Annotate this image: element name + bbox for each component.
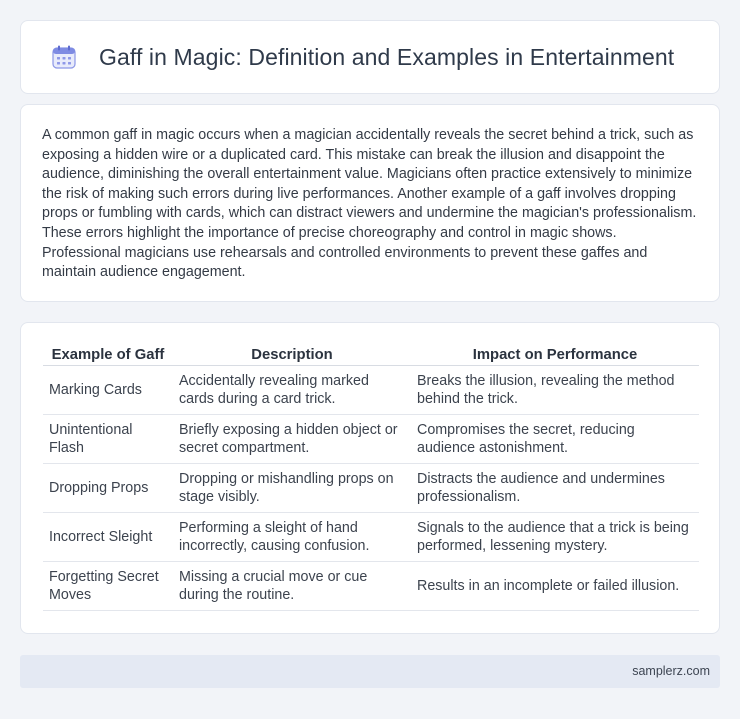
cell-impact: Signals to the audience that a trick is … (411, 512, 699, 562)
table-row: Marking Cards Accidentally revealing mar… (43, 365, 699, 415)
cell-example: Incorrect Sleight (43, 512, 173, 562)
header-card: Gaff in Magic: Definition and Examples i… (20, 20, 720, 94)
intro-card: A common gaff in magic occurs when a mag… (20, 104, 720, 302)
table-row: Incorrect Sleight Performing a sleight o… (43, 512, 699, 562)
cell-impact: Compromises the secret, reducing audienc… (411, 414, 699, 464)
cell-description: Dropping or mishandling props on stage v… (173, 463, 411, 513)
table-row: Unintentional Flash Briefly exposing a h… (43, 414, 699, 464)
footer: samplerz.com (20, 655, 720, 688)
cell-description: Briefly exposing a hidden object or secr… (173, 414, 411, 464)
gaff-table: Example of Gaff Description Impact on Pe… (43, 343, 699, 611)
page-title: Gaff in Magic: Definition and Examples i… (99, 43, 675, 70)
table-row: Forgetting Secret Moves Missing a crucia… (43, 561, 699, 611)
cell-example: Unintentional Flash (43, 414, 173, 464)
header-example: Example of Gaff (43, 343, 173, 366)
cell-impact: Results in an incomplete or failed illus… (411, 561, 699, 611)
calendar-icon (52, 45, 76, 69)
cell-description: Accidentally revealing marked cards duri… (173, 365, 411, 415)
intro-paragraph: A common gaff in magic occurs when a mag… (42, 127, 697, 281)
cell-description: Missing a crucial move or cue during the… (173, 561, 411, 611)
cell-example: Forgetting Secret Moves (43, 561, 173, 611)
table-card: Example of Gaff Description Impact on Pe… (20, 322, 720, 634)
footer-site-link[interactable]: samplerz.com (632, 664, 710, 678)
cell-example: Dropping Props (43, 463, 173, 513)
cell-description: Performing a sleight of hand incorrectly… (173, 512, 411, 562)
cell-impact: Breaks the illusion, revealing the metho… (411, 365, 699, 415)
cell-impact: Distracts the audience and undermines pr… (411, 463, 699, 513)
header-impact: Impact on Performance (411, 343, 699, 366)
header-description: Description (173, 343, 411, 366)
table-row: Dropping Props Dropping or mishandling p… (43, 463, 699, 513)
header: Gaff in Magic: Definition and Examples i… (21, 21, 719, 93)
cell-example: Marking Cards (43, 365, 173, 415)
table-header-row: Example of Gaff Description Impact on Pe… (43, 343, 699, 366)
